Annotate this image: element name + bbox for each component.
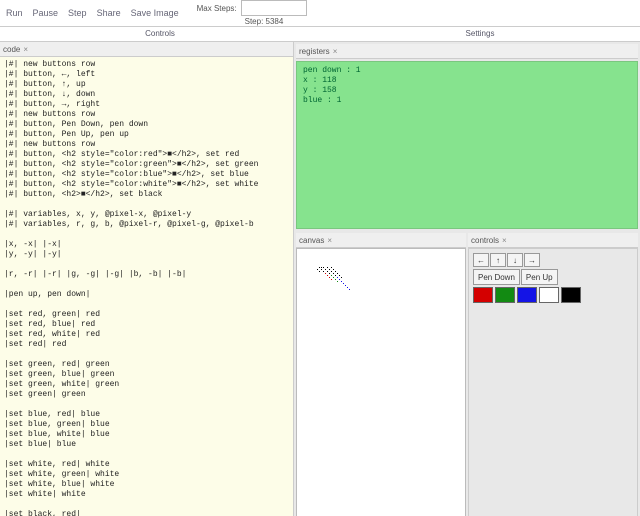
canvas-tab[interactable]: canvas	[299, 236, 324, 245]
step-count: Step: 5384	[245, 17, 307, 26]
pen-up-button[interactable]: Pen Up	[521, 269, 558, 285]
swatch-red[interactable]	[473, 287, 493, 303]
share-button[interactable]: Share	[97, 8, 121, 18]
save-image-button[interactable]: Save Image	[131, 8, 179, 18]
run-button[interactable]: Run	[6, 8, 23, 18]
top-toolbar: Run Pause Step Share Save Image Max Step…	[0, 0, 640, 27]
pen-down-button[interactable]: Pen Down	[473, 269, 520, 285]
max-steps-label: Max Steps:	[197, 4, 237, 13]
swatch-white[interactable]	[539, 287, 559, 303]
close-icon[interactable]: ×	[327, 236, 332, 245]
code-tab[interactable]: code	[3, 45, 20, 54]
registers-tab[interactable]: registers	[299, 47, 330, 56]
reg-pen: pen down : 1	[303, 66, 631, 76]
max-steps-input[interactable]	[241, 0, 307, 16]
close-icon[interactable]: ×	[333, 47, 338, 56]
right-button[interactable]: →	[524, 253, 540, 267]
tab-controls[interactable]: Controls	[0, 27, 320, 41]
code-editor[interactable]: |#| new buttons row |#| button, ←, left …	[0, 57, 293, 516]
swatch-green[interactable]	[495, 287, 515, 303]
step-button[interactable]: Step	[68, 8, 87, 18]
tab-settings[interactable]: Settings	[320, 27, 640, 41]
registers-panel: pen down : 1 x : 118 y : 158 blue : 1	[296, 61, 638, 229]
controls-panel: ← ↑ ↓ → Pen Down Pen Up	[468, 248, 638, 516]
sub-toolbar: Controls Settings	[0, 27, 640, 42]
down-button[interactable]: ↓	[507, 253, 523, 267]
close-icon[interactable]: ×	[502, 236, 507, 245]
swatch-blue[interactable]	[517, 287, 537, 303]
reg-y: y : 158	[303, 86, 631, 96]
reg-x: x : 118	[303, 76, 631, 86]
close-icon[interactable]: ×	[23, 45, 28, 54]
reg-blue: blue : 1	[303, 96, 631, 106]
swatch-black[interactable]	[561, 287, 581, 303]
controls-tab[interactable]: controls	[471, 236, 499, 245]
left-button[interactable]: ←	[473, 253, 489, 267]
canvas-area[interactable]	[296, 248, 466, 516]
pause-button[interactable]: Pause	[33, 8, 59, 18]
up-button[interactable]: ↑	[490, 253, 506, 267]
